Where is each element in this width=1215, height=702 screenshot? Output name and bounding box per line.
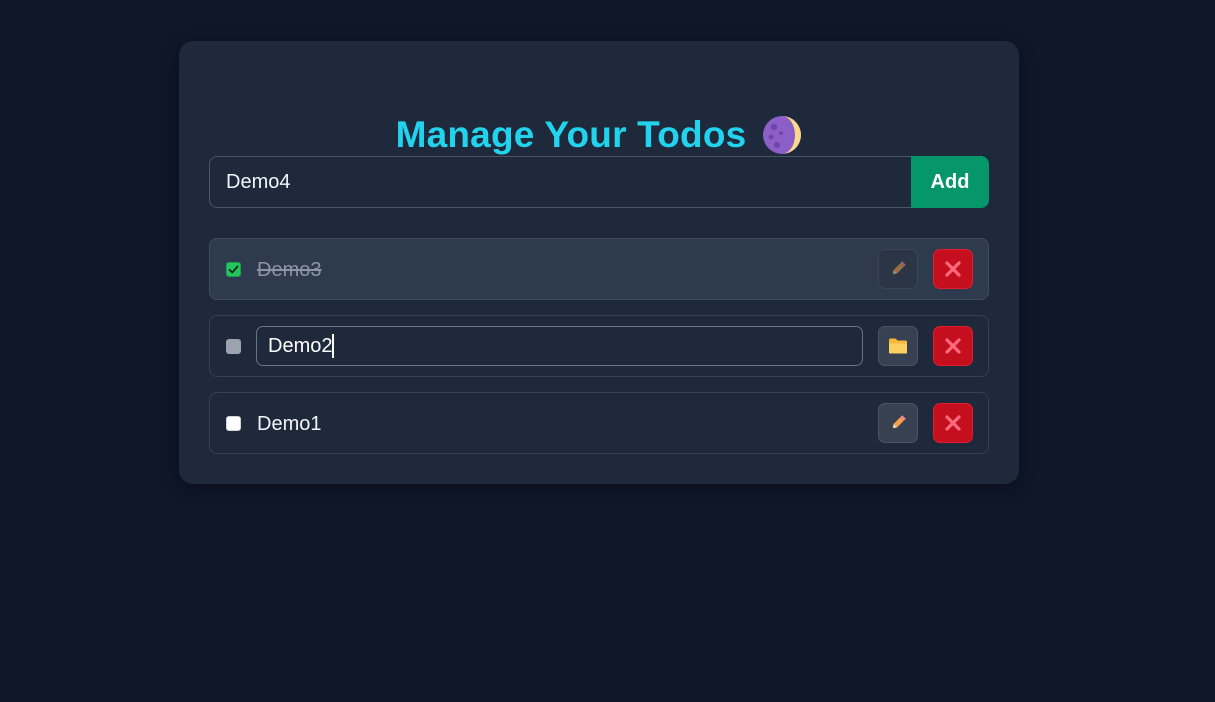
todo-checkbox[interactable] [226,416,241,431]
close-icon [945,415,961,431]
delete-button[interactable] [933,249,973,289]
todo-text: Demo3 [257,259,322,281]
todo-item: Demo1 [209,392,989,454]
add-todo-form: Add [209,156,989,208]
check-icon [228,265,239,274]
close-icon [945,261,961,277]
edit-button[interactable] [878,403,918,443]
save-button[interactable] [878,326,918,366]
todo-text: Demo1 [257,413,322,435]
pencil-icon [892,415,906,429]
todo-item: Demo3 [209,238,989,300]
todo-checkbox-disabled[interactable] [226,339,241,354]
pencil-icon [892,261,906,275]
crescent-moon-icon [763,116,802,154]
todo-item [209,315,989,377]
close-icon [945,338,961,354]
edit-button[interactable] [878,249,918,289]
folder-icon [889,338,907,354]
todo-checkbox-checked[interactable] [226,262,241,277]
text-cursor [332,334,334,358]
delete-button[interactable] [933,403,973,443]
todo-card: Manage Your Todos Add Demo3 [179,41,1019,484]
todo-edit-input[interactable] [256,326,863,366]
page-title: Manage Your Todos [395,114,747,155]
add-button[interactable]: Add [911,156,989,208]
delete-button[interactable] [933,326,973,366]
header: Manage Your Todos [179,113,1019,157]
new-todo-input[interactable] [209,156,911,208]
